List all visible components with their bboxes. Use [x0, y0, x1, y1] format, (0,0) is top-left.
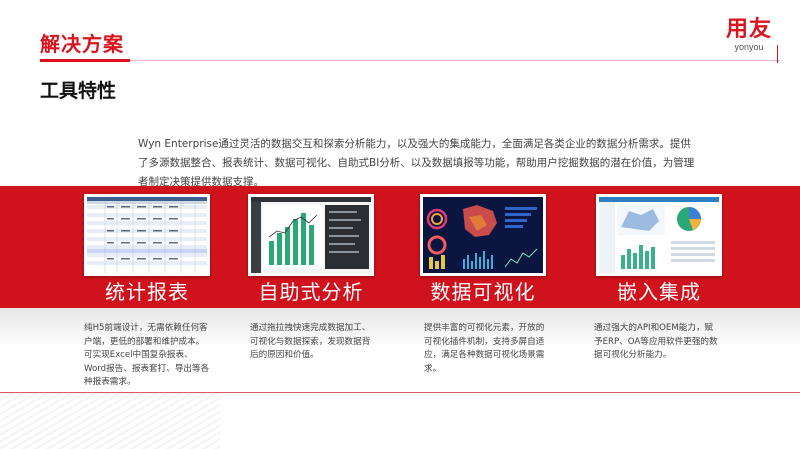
- report-screenshot: [84, 194, 210, 276]
- logo-main-text: 用友: [725, 17, 772, 42]
- feature-title-integration: 嵌入集成: [617, 280, 701, 304]
- self-service-screenshot: [248, 194, 374, 276]
- feature-desc-report: 纯H5前端设计，无需依赖任何客户端，更低的部署和维护成本。可实现Excel中国复…: [84, 323, 210, 387]
- feature-title-report: 统计报表: [105, 280, 189, 304]
- header-title: 解决方案: [40, 32, 124, 56]
- logo-divider: [777, 45, 778, 63]
- feature-title-visualization: 数据可视化: [430, 280, 536, 304]
- integration-screenshot: [596, 194, 722, 276]
- bottom-divider: [0, 392, 800, 393]
- company-logo: 用友 yonyou: [725, 17, 772, 53]
- section-title: 工具特性: [40, 80, 117, 102]
- feature-desc-self-service: 通过拖拉拽快速完成数据加工、可视化与数据探索，发现数据背后的原因和价值。: [250, 323, 371, 360]
- header-accent-bar: [40, 59, 130, 62]
- feature-desc-visualization: 提供丰富的可视化元素，开放的可视化插件机制，支持多屏自适应，满足各种数据可视化场…: [424, 323, 545, 374]
- header-divider: [40, 60, 780, 61]
- bottom-decoration: [0, 392, 220, 449]
- visualization-screenshot: [420, 194, 546, 276]
- intro-paragraph: Wyn Enterprise通过灵活的数据交互和探索分析能力，以及强大的集成能力…: [138, 138, 695, 188]
- feature-title-self-service: 自助式分析: [258, 280, 364, 304]
- logo-sub-text: yonyou: [734, 42, 764, 52]
- feature-desc-integration: 通过强大的API和OEM能力，赋予ERP、OA等应用软件更强的数据可视化分析能力…: [594, 323, 718, 360]
